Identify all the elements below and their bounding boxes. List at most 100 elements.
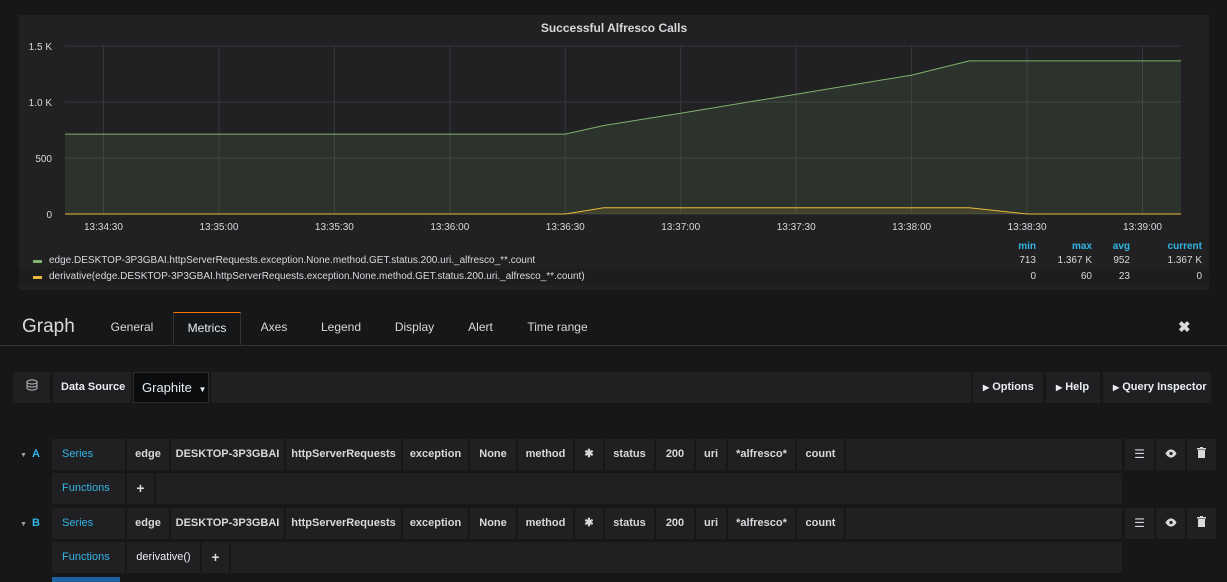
menu-icon[interactable]: ☰ <box>1125 439 1154 470</box>
trash-icon[interactable] <box>1187 508 1216 539</box>
legend-series-name[interactable]: edge.DESKTOP-3P3GBAI.httpServerRequests.… <box>49 253 535 269</box>
help-label: Help <box>1065 381 1090 393</box>
segment[interactable]: *alfresco* <box>728 508 795 539</box>
segment[interactable]: *alfresco* <box>728 439 795 470</box>
segment-filler <box>846 439 1122 470</box>
caret-right-icon: ▶ <box>983 383 990 392</box>
caret-down-icon: ▼ <box>198 385 207 394</box>
segment[interactable]: uri <box>696 508 726 539</box>
x-tick-label: 13:37:30 <box>777 222 816 230</box>
segment[interactable]: uri <box>696 439 726 470</box>
segment[interactable]: httpServerRequests <box>286 439 401 470</box>
legend-min: 0 <box>1030 271 1036 282</box>
add-function-button[interactable]: + <box>202 542 229 573</box>
caret-right-icon: ▶ <box>1056 383 1063 392</box>
legend-max: 1.367 K <box>1057 255 1092 266</box>
functions-label: Functions <box>52 473 125 504</box>
functions-label: Functions <box>52 542 125 573</box>
segment[interactable]: method <box>518 439 573 470</box>
tab-alert[interactable]: Alert <box>458 312 503 345</box>
legend-row[interactable]: derivative(edge.DESKTOP-3P3GBAI.httpServ… <box>19 269 1209 285</box>
x-tick-label: 13:36:30 <box>546 222 585 230</box>
segment[interactable]: edge <box>127 439 169 470</box>
options-button[interactable]: ▶ Options <box>973 372 1043 403</box>
caret-right-icon: ▶ <box>1113 383 1120 392</box>
tab-legend[interactable]: Legend <box>310 312 372 345</box>
x-tick-label: 13:35:00 <box>199 222 238 230</box>
tab-general[interactable]: General <box>100 312 164 345</box>
y-tick-label: 0 <box>46 210 52 221</box>
series-area <box>65 60 1181 215</box>
tab-metrics[interactable]: Metrics <box>173 312 241 346</box>
series-color-swatch[interactable] <box>33 260 42 263</box>
options-label: Options <box>992 381 1034 393</box>
x-tick-label: 13:36:00 <box>430 222 469 230</box>
query-inspector-label: Query Inspector <box>1122 381 1207 393</box>
chart[interactable]: 0 500 1.0 K 1.5 K 13:34:30 13:35:00 13:35:30 13… <box>19 15 1209 230</box>
datasource-label: Data Source <box>53 372 131 403</box>
segment[interactable]: exception <box>403 439 468 470</box>
next-row-edge <box>52 577 120 582</box>
tab-axes[interactable]: Axes <box>251 312 297 345</box>
segment[interactable]: 200 <box>656 439 694 470</box>
function-derivative[interactable]: derivative() <box>127 542 200 573</box>
help-button[interactable]: ▶ Help <box>1046 372 1100 403</box>
x-tick-label: 13:34:30 <box>84 222 123 230</box>
graph-panel: Successful Alfresco Calls 0 500 1.0 K 1.5 K… <box>19 15 1209 290</box>
segment[interactable]: None <box>470 439 516 470</box>
functions-filler <box>231 542 1122 573</box>
divider <box>0 345 1227 346</box>
y-tick-label: 1.0 K <box>29 98 53 109</box>
segment[interactable]: status <box>605 439 654 470</box>
series-label: Series <box>52 439 125 470</box>
datasource-value: Graphite <box>142 380 192 395</box>
legend-max: 60 <box>1080 271 1092 282</box>
x-tick-label: 13:39:00 <box>1123 222 1162 230</box>
query-inspector-button[interactable]: ▶ Query Inspector <box>1103 372 1211 403</box>
segment[interactable]: method <box>518 508 573 539</box>
x-tick-label: 13:37:00 <box>661 222 700 230</box>
segment-filler <box>846 508 1122 539</box>
menu-icon[interactable]: ☰ <box>1125 508 1154 539</box>
series-label: Series <box>52 508 125 539</box>
segment[interactable]: DESKTOP-3P3GBAI <box>171 508 284 539</box>
functions-filler <box>156 473 1122 504</box>
segment[interactable]: status <box>605 508 654 539</box>
legend-current: 1.367 K <box>1167 255 1202 266</box>
x-tick-label: 13:38:00 <box>892 222 931 230</box>
close-icon[interactable]: ✖ <box>1178 318 1191 336</box>
query-row-a: Series edge DESKTOP-3P3GBAI httpServerRe… <box>0 439 1227 470</box>
segment[interactable]: httpServerRequests <box>286 508 401 539</box>
legend-row[interactable]: edge.DESKTOP-3P3GBAI.httpServerRequests.… <box>19 253 1209 269</box>
segment[interactable]: edge <box>127 508 169 539</box>
add-function-button[interactable]: + <box>127 473 154 504</box>
datasource-select[interactable]: Graphite ▼ <box>133 372 209 403</box>
segment[interactable]: count <box>797 439 844 470</box>
segment[interactable]: DESKTOP-3P3GBAI <box>171 439 284 470</box>
y-tick-label: 1.5 K <box>29 42 53 53</box>
legend-min: 713 <box>1019 255 1036 266</box>
segment-wildcard-icon[interactable]: ✱ <box>575 508 603 539</box>
x-tick-label: 13:35:30 <box>315 222 354 230</box>
query-row-b: Series edge DESKTOP-3P3GBAI httpServerRe… <box>0 508 1227 539</box>
database-icon <box>13 372 50 403</box>
segment[interactable]: count <box>797 508 844 539</box>
functions-row-b: Functions derivative() + <box>0 542 1227 573</box>
editor-title: Graph <box>22 316 75 337</box>
eye-icon[interactable] <box>1156 439 1185 470</box>
eye-icon[interactable] <box>1156 508 1185 539</box>
x-tick-label: 13:38:30 <box>1008 222 1047 230</box>
trash-icon[interactable] <box>1187 439 1216 470</box>
legend-series-name[interactable]: derivative(edge.DESKTOP-3P3GBAI.httpServ… <box>49 269 585 285</box>
functions-row-a: Functions + <box>0 473 1227 504</box>
segment[interactable]: 200 <box>656 508 694 539</box>
tab-time-range[interactable]: Time range <box>518 312 597 345</box>
series-color-swatch[interactable] <box>33 276 42 279</box>
legend-avg: 23 <box>1118 271 1130 282</box>
segment[interactable]: None <box>470 508 516 539</box>
segment-wildcard-icon[interactable]: ✱ <box>575 439 603 470</box>
y-tick-label: 500 <box>35 154 52 165</box>
toolbar-filler <box>211 372 971 403</box>
tab-display[interactable]: Display <box>384 312 445 345</box>
segment[interactable]: exception <box>403 508 468 539</box>
